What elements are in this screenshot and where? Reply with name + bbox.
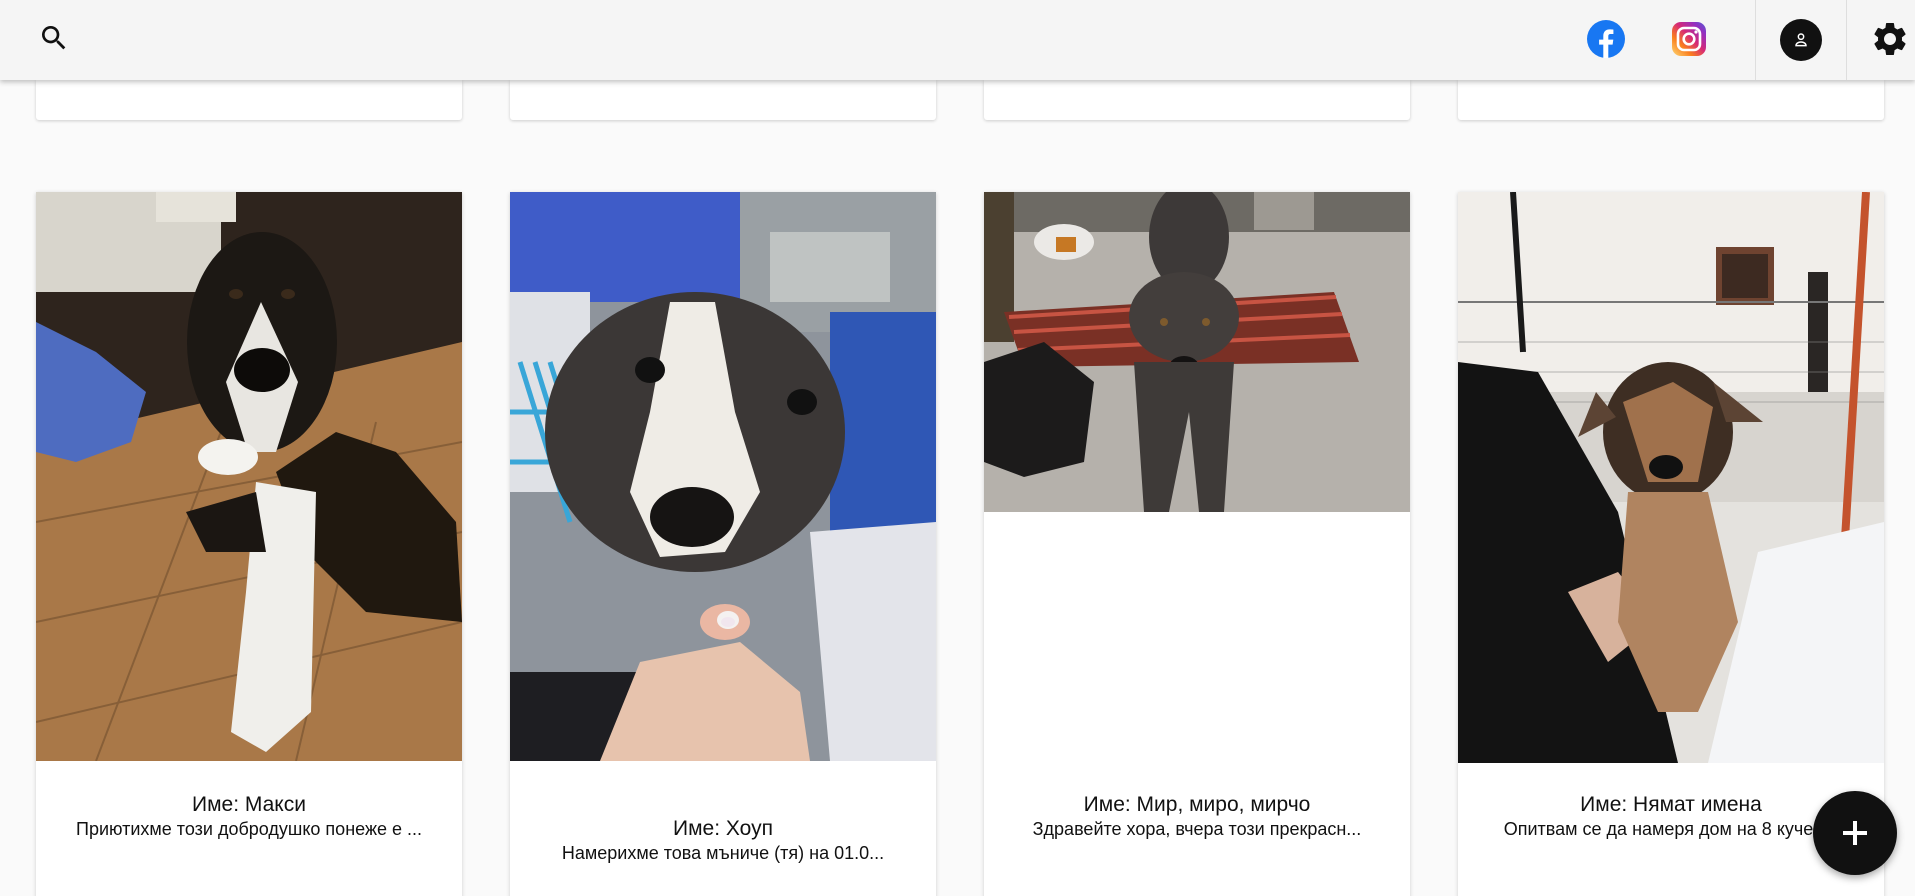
facebook-icon xyxy=(1587,20,1625,58)
dog-name: Име: Мир, миро, мирчо xyxy=(1083,793,1311,816)
dog-card[interactable]: Име: Макси Приютихме този добродушко пон… xyxy=(36,192,462,896)
card-bottom-edge xyxy=(36,80,462,120)
dog-card[interactable]: Име: Мир, миро, мирчо Здравейте хора, вч… xyxy=(984,192,1410,896)
card-bottom-edge xyxy=(1458,80,1884,120)
plus-icon xyxy=(1843,821,1867,845)
dog-photo xyxy=(1458,192,1884,763)
dog-photo xyxy=(510,192,936,761)
search-button[interactable] xyxy=(36,20,72,56)
avatar xyxy=(1780,19,1822,61)
search-icon xyxy=(42,26,66,50)
settings-button[interactable] xyxy=(1870,19,1910,59)
dog-description: Намерихме това мъниче (тя) на 01.0... xyxy=(561,843,885,863)
instagram-link[interactable] xyxy=(1671,21,1707,57)
instagram-icon xyxy=(1672,22,1706,56)
dog-photo xyxy=(984,192,1410,512)
dog-card[interactable]: Име: Нямат имена Опитвам се да намеря до… xyxy=(1458,192,1884,896)
dog-name: Име: Макси xyxy=(192,793,306,816)
card-bottom-edge xyxy=(510,80,936,120)
dog-description: Здравейте хора, вчера този прекрасн... xyxy=(1032,819,1362,839)
header-divider xyxy=(1846,0,1847,80)
facebook-link[interactable] xyxy=(1587,20,1625,58)
add-button[interactable] xyxy=(1813,791,1897,875)
dog-card[interactable]: Име: Хоуп Намерихме това мъниче (тя) на … xyxy=(510,192,936,896)
dog-name: Име: Хоуп xyxy=(673,817,773,840)
dog-photo xyxy=(36,192,462,761)
top-app-bar xyxy=(0,0,1915,80)
dog-description: Приютихме този добродушко понеже е ... xyxy=(76,819,423,839)
card-bottom-edge xyxy=(984,80,1410,120)
profile-button[interactable] xyxy=(1756,0,1846,80)
person-icon xyxy=(1795,33,1807,47)
gear-icon xyxy=(1874,22,1906,55)
